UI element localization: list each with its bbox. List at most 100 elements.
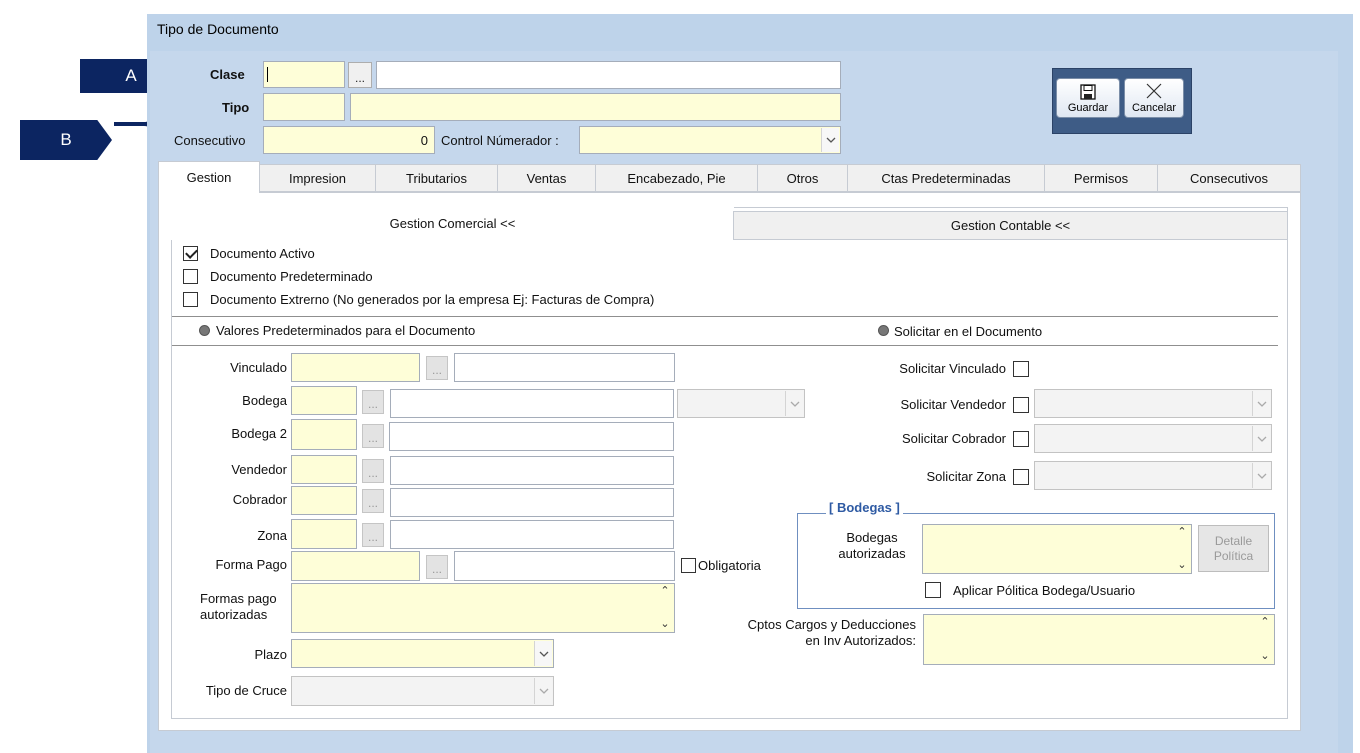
documento-externo-checkbox[interactable] bbox=[183, 292, 198, 307]
tab-tributarios[interactable]: Tributarios bbox=[375, 164, 498, 192]
tipo-code-input[interactable] bbox=[263, 93, 345, 121]
vendedor-code-input[interactable] bbox=[291, 455, 357, 484]
zona-lookup-button[interactable]: ... bbox=[362, 523, 384, 547]
cobrador-code-input[interactable] bbox=[291, 486, 357, 515]
forma-pago-label: Forma Pago bbox=[215, 557, 287, 572]
zona-description-input[interactable] bbox=[390, 520, 674, 549]
clase-description-input[interactable] bbox=[376, 61, 841, 89]
forma-pago-description-input[interactable] bbox=[454, 551, 675, 581]
list-scroll[interactable]: ⌃ ⌄ bbox=[1175, 527, 1189, 571]
tab-gestion[interactable]: Gestion bbox=[158, 161, 260, 193]
list-scroll[interactable]: ⌃ ⌄ bbox=[658, 586, 672, 630]
bodega2-code-input[interactable] bbox=[291, 419, 357, 450]
chevron-down-icon[interactable]: ⌄ bbox=[1260, 651, 1269, 662]
tipo-cruce-select[interactable] bbox=[291, 676, 554, 706]
bodega-label: Bodega bbox=[242, 393, 287, 408]
tab-permisos[interactable]: Permisos bbox=[1044, 164, 1158, 192]
tab-label: Consecutivos bbox=[1189, 170, 1269, 186]
zona-code-input[interactable] bbox=[291, 519, 357, 549]
tab-ctas-predeterminadas[interactable]: Ctas Predeterminadas bbox=[847, 164, 1045, 192]
save-button[interactable]: Guardar bbox=[1056, 78, 1120, 118]
tab-otros[interactable]: Otros bbox=[757, 164, 848, 192]
vendedor-label: Vendedor bbox=[231, 462, 287, 477]
bodega-code-input[interactable] bbox=[291, 386, 357, 415]
tab-label: Impresion bbox=[288, 170, 347, 186]
vinculado-description-input[interactable] bbox=[454, 353, 675, 382]
formas-pago-list[interactable]: ⌃ ⌄ bbox=[291, 583, 675, 633]
cobrador-lookup-button[interactable]: ... bbox=[362, 489, 384, 513]
bodega-lookup-button[interactable]: ... bbox=[362, 390, 384, 414]
tab-label: Ventas bbox=[526, 170, 567, 186]
solicitar-zona-select[interactable] bbox=[1034, 461, 1272, 490]
tab-label: Tributarios bbox=[406, 170, 467, 186]
chevron-up-icon[interactable]: ⌃ bbox=[1177, 527, 1186, 538]
clase-code-input[interactable] bbox=[263, 61, 345, 88]
forma-pago-code-input[interactable] bbox=[291, 551, 420, 581]
consecutivo-input[interactable]: 0 bbox=[263, 126, 435, 154]
bodega2-label: Bodega 2 bbox=[231, 426, 287, 441]
documento-predeterminado-checkbox[interactable] bbox=[183, 269, 198, 284]
chevron-down-icon[interactable] bbox=[785, 391, 803, 416]
bodega-extra-select[interactable] bbox=[677, 389, 805, 418]
vinculado-lookup-button[interactable]: ... bbox=[426, 356, 448, 380]
tab-label: Ctas Predeterminadas bbox=[881, 170, 1011, 186]
plazo-label: Plazo bbox=[254, 647, 287, 662]
tab-impresion[interactable]: Impresion bbox=[259, 164, 376, 192]
solicitar-cobrador-checkbox[interactable] bbox=[1013, 431, 1029, 447]
formas-pago-label: Formas pago autorizadas bbox=[200, 591, 277, 623]
vinculado-code-input[interactable] bbox=[291, 353, 420, 382]
cancel-button-label: Cancelar bbox=[1131, 102, 1177, 114]
forma-pago-lookup-button[interactable]: ... bbox=[426, 555, 448, 579]
bodega2-lookup-button[interactable]: ... bbox=[362, 424, 384, 448]
cancel-button[interactable]: Cancelar bbox=[1124, 78, 1184, 118]
cptos-label-line1: Cptos Cargos y Deducciones bbox=[747, 617, 916, 632]
obligatoria-checkbox[interactable] bbox=[681, 558, 696, 573]
solicitar-zona-checkbox[interactable] bbox=[1013, 469, 1029, 485]
chevron-down-icon[interactable] bbox=[1252, 463, 1270, 488]
bodega-description-input[interactable] bbox=[390, 389, 674, 418]
solicitar-section-title: Solicitar en el Documento bbox=[894, 324, 1043, 339]
clase-lookup-button[interactable]: ... bbox=[348, 62, 372, 88]
cptos-label: Cptos Cargos y Deducciones en Inv Autori… bbox=[700, 617, 916, 649]
plazo-select[interactable] bbox=[291, 639, 554, 668]
documento-predeterminado-label: Documento Predeterminado bbox=[210, 269, 373, 284]
chevron-up-icon[interactable]: ⌃ bbox=[1260, 617, 1269, 628]
text-cursor bbox=[267, 67, 268, 82]
cobrador-description-input[interactable] bbox=[390, 488, 674, 517]
divider bbox=[172, 316, 1278, 317]
chevron-down-icon[interactable]: ⌄ bbox=[660, 619, 669, 630]
bodega2-description-input[interactable] bbox=[389, 422, 674, 451]
solicitar-cobrador-label: Solicitar Cobrador bbox=[901, 431, 1006, 446]
detalle-politica-button[interactable]: Detalle Política bbox=[1198, 525, 1269, 572]
documento-activo-label: Documento Activo bbox=[210, 246, 315, 261]
tab-encabezado-pie[interactable]: Encabezado, Pie bbox=[595, 164, 758, 192]
solicitar-vendedor-checkbox[interactable] bbox=[1013, 397, 1029, 413]
subtab-gestion-contable[interactable]: Gestion Contable << bbox=[733, 211, 1288, 240]
chevron-down-icon[interactable] bbox=[1252, 391, 1270, 416]
solicitar-vendedor-select[interactable] bbox=[1034, 389, 1272, 418]
control-numerador-select[interactable] bbox=[579, 126, 841, 154]
cptos-list[interactable]: ⌃ ⌄ bbox=[923, 614, 1275, 665]
chevron-down-icon[interactable] bbox=[534, 678, 552, 704]
vendedor-description-input[interactable] bbox=[390, 456, 674, 485]
vendedor-lookup-button[interactable]: ... bbox=[362, 459, 384, 483]
aplicar-politica-checkbox[interactable] bbox=[925, 582, 941, 598]
bodegas-autorizadas-list[interactable]: ⌃ ⌄ bbox=[922, 524, 1192, 574]
bodegas-group-title: [ Bodegas ] bbox=[826, 500, 903, 515]
chevron-down-icon[interactable] bbox=[534, 641, 552, 666]
chevron-down-icon[interactable] bbox=[821, 128, 839, 152]
chevron-down-icon[interactable]: ⌄ bbox=[1177, 560, 1186, 571]
solicitar-cobrador-select[interactable] bbox=[1034, 424, 1272, 453]
bodegas-autorizadas-label: Bodegas autorizadas bbox=[832, 530, 912, 562]
list-scroll[interactable]: ⌃ ⌄ bbox=[1258, 617, 1272, 662]
chevron-down-icon[interactable] bbox=[1252, 426, 1270, 451]
tab-consecutivos[interactable]: Consecutivos bbox=[1157, 164, 1301, 192]
solicitar-vinculado-checkbox[interactable] bbox=[1013, 361, 1029, 377]
consecutivo-label: Consecutivo bbox=[174, 133, 246, 148]
tipo-description-input[interactable] bbox=[350, 93, 841, 121]
chevron-up-icon[interactable]: ⌃ bbox=[660, 586, 669, 597]
save-button-label: Guardar bbox=[1067, 102, 1109, 114]
subtab-gestion-comercial[interactable]: Gestion Comercial << bbox=[171, 207, 734, 240]
tab-ventas[interactable]: Ventas bbox=[497, 164, 596, 192]
documento-activo-checkbox[interactable] bbox=[183, 246, 198, 261]
